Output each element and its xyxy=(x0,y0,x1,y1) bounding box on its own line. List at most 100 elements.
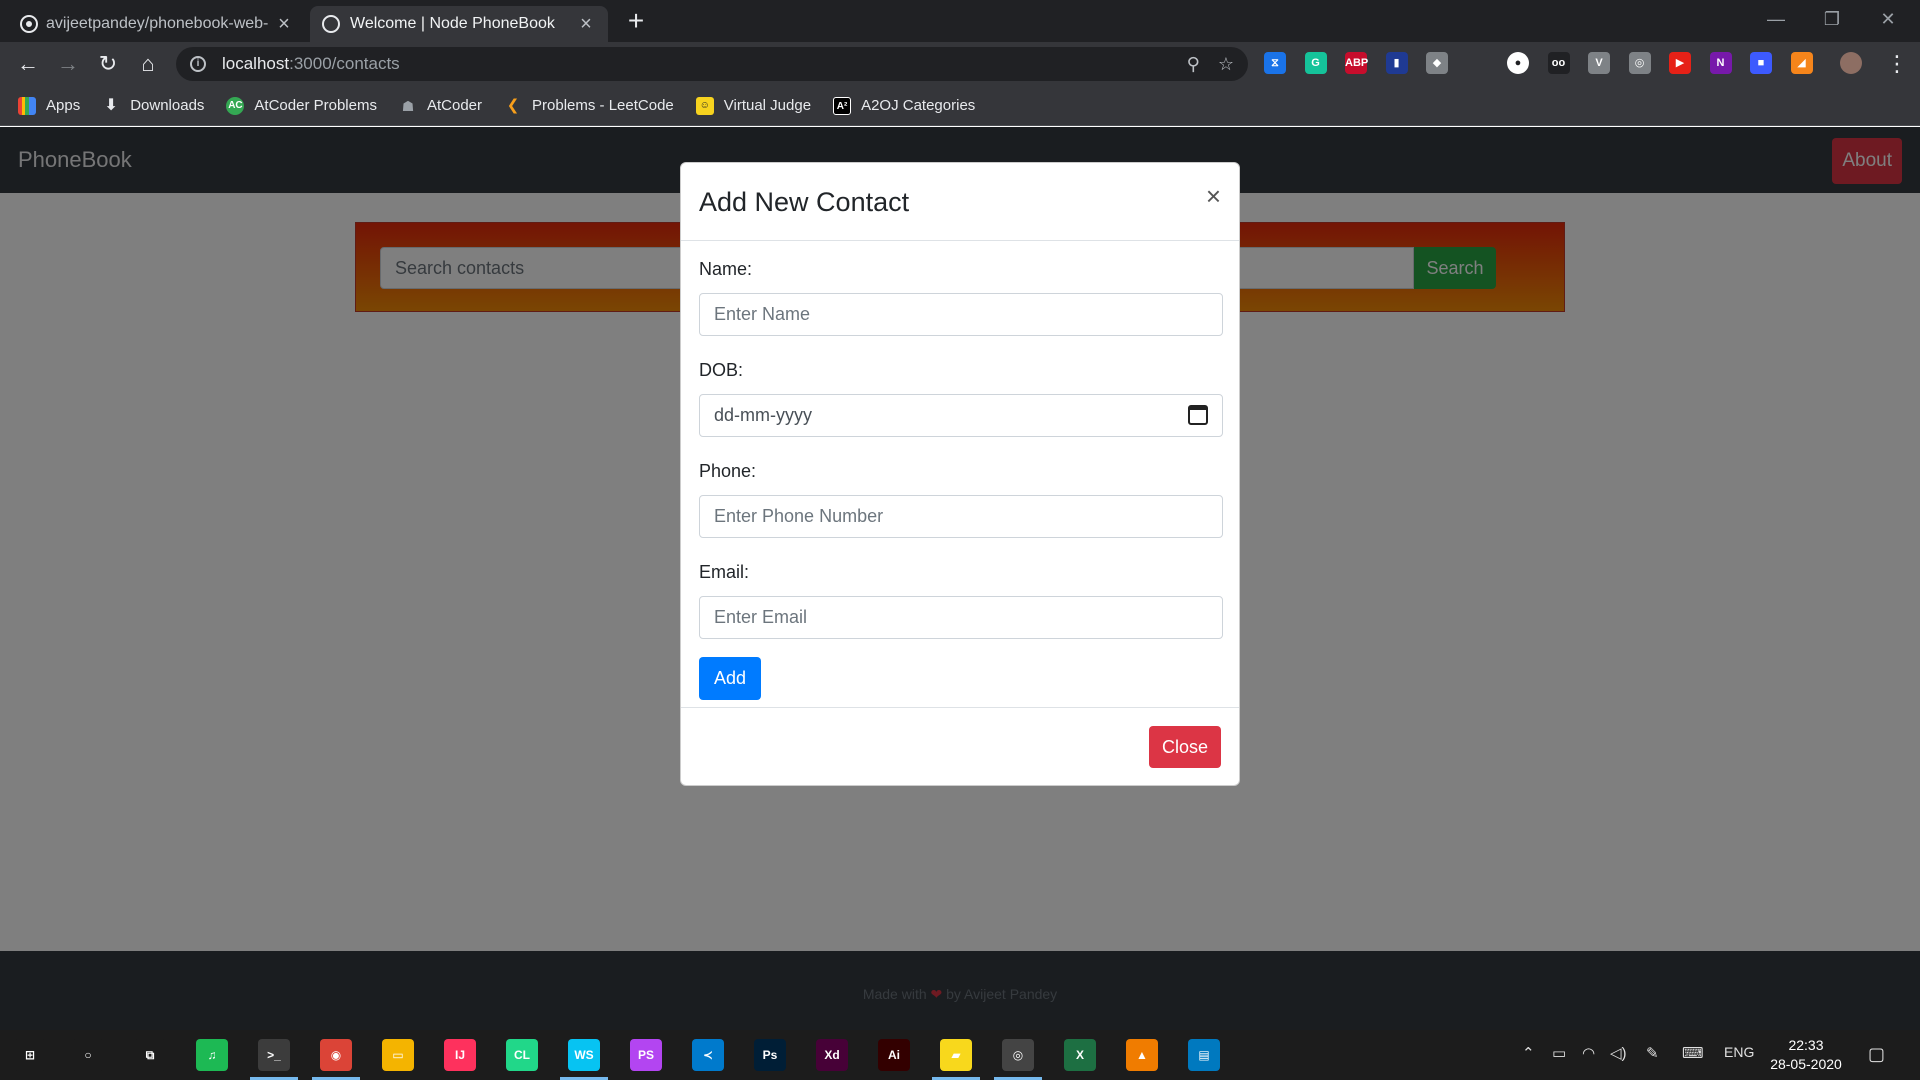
chrome-icon[interactable]: ◉ xyxy=(320,1039,352,1071)
adblock-plus-icon[interactable]: ABP xyxy=(1345,52,1368,74)
bookmark-label: Virtual Judge xyxy=(723,97,812,114)
spotify-icon[interactable]: ♫ xyxy=(196,1039,228,1071)
email-input[interactable]: Enter Email xyxy=(699,596,1223,639)
url-text[interactable]: localhost:3000/contacts xyxy=(222,54,1169,74)
photoshop-icon[interactable]: Ps xyxy=(754,1039,786,1071)
forward-arrow-icon[interactable]: → xyxy=(54,50,82,78)
bookmark-a2oj[interactable]: A² A2OJ Categories xyxy=(833,96,976,115)
bookmark-atcoder-problems[interactable]: AC AtCoder Problems xyxy=(226,96,377,115)
apps-grid-icon xyxy=(18,96,36,115)
dob-label: DOB: xyxy=(699,360,744,380)
tab-title: Welcome | Node PhoneBook xyxy=(350,15,555,32)
file-explorer-icon[interactable]: ▭ xyxy=(382,1039,414,1071)
vimium-icon[interactable]: V xyxy=(1588,52,1610,74)
window-close-icon[interactable]: ✕ xyxy=(1860,0,1916,40)
sticky-notes-icon[interactable]: ▰ xyxy=(940,1039,972,1071)
youtube-ext-icon[interactable]: ▶ xyxy=(1669,52,1691,74)
a2oj-icon: A² xyxy=(833,96,852,115)
modal-close-icon[interactable]: × xyxy=(1206,183,1221,209)
wifi-icon[interactable]: ◠ xyxy=(1582,1044,1595,1062)
grammarly-icon[interactable]: G xyxy=(1304,52,1327,74)
name-label: Name: xyxy=(699,259,753,279)
restore-icon[interactable]: ❐ xyxy=(1804,0,1860,40)
clockify-icon[interactable]: ⧖ xyxy=(1264,52,1286,74)
cortana-search-icon[interactable]: ○ xyxy=(72,1039,104,1071)
battery-icon[interactable]: ▭ xyxy=(1552,1044,1566,1062)
google-ext-icon[interactable]: ● xyxy=(1507,52,1529,74)
illustrator-icon[interactable]: Ai xyxy=(878,1039,910,1071)
language-indicator[interactable]: ENG xyxy=(1724,1044,1754,1060)
email-label: Email: xyxy=(699,562,750,582)
keyboard-icon[interactable]: ⌨ xyxy=(1682,1044,1704,1062)
media-icon[interactable]: ◎ xyxy=(1002,1039,1034,1071)
back-arrow-icon[interactable]: ← xyxy=(14,50,42,78)
bookmark-downloads[interactable]: ⬇ Downloads xyxy=(102,97,205,115)
atcoder-problems-icon: AC xyxy=(226,96,245,115)
browser-toolbar: ← → ↻ ⌂ i localhost:3000/contacts ⚲ ☆ ⧖ G… xyxy=(0,42,1920,86)
chrome-menu-icon[interactable]: ⋮ xyxy=(1886,50,1908,78)
atcoder-icon: ☗ xyxy=(401,97,415,114)
close-button[interactable]: Close xyxy=(1149,726,1221,768)
webstorm-icon[interactable]: WS xyxy=(568,1039,600,1071)
tab-manager-icon[interactable]: oo xyxy=(1547,52,1570,74)
adobe-xd-icon[interactable]: Xd xyxy=(816,1039,848,1071)
close-tab-icon[interactable]: × xyxy=(274,13,294,36)
bookmark-label: Apps xyxy=(46,97,81,114)
name-input[interactable]: Enter Name xyxy=(699,293,1223,336)
close-tab-icon[interactable]: × xyxy=(576,13,596,36)
blank-ext-icon[interactable] xyxy=(1466,52,1489,74)
action-center-icon[interactable]: ▢ xyxy=(1868,1044,1885,1065)
vjudge-icon: ☺ xyxy=(695,96,714,115)
minimize-icon[interactable]: — xyxy=(1748,0,1804,40)
clock[interactable]: 22:33 28-05-2020 xyxy=(1768,1036,1844,1074)
new-tab-button[interactable]: + xyxy=(624,6,648,36)
zoom-search-icon[interactable]: ⚲ xyxy=(1187,54,1200,75)
vlc-icon[interactable]: ▲ xyxy=(1126,1039,1158,1071)
phpstorm-icon[interactable]: PS xyxy=(630,1039,662,1071)
task-view-icon[interactable]: ⧉ xyxy=(134,1039,166,1071)
trello-icon[interactable]: ▤ xyxy=(1188,1039,1220,1071)
onenote-ext-icon[interactable]: N xyxy=(1709,52,1732,74)
globe-icon xyxy=(322,15,340,33)
phone-input[interactable]: Enter Phone Number xyxy=(699,495,1223,538)
site-info-icon[interactable]: i xyxy=(190,56,206,72)
reload-icon[interactable]: ↻ xyxy=(94,50,122,78)
bookmark-label: AtCoder xyxy=(426,97,483,114)
profile-avatar[interactable] xyxy=(1840,52,1862,74)
bookmark-apps[interactable]: Apps xyxy=(18,96,81,115)
show-hidden-icons-icon[interactable]: ⌃ xyxy=(1522,1044,1535,1062)
modal-title: Add New Contact xyxy=(699,187,910,217)
wappalyzer-icon[interactable]: ◎ xyxy=(1628,52,1651,74)
bookmark-label: Problems - LeetCode xyxy=(532,97,674,114)
bookmark-leetcode[interactable]: ❮ Problems - LeetCode xyxy=(504,97,674,115)
tab-node-phonebook[interactable]: Welcome | Node PhoneBook × xyxy=(310,6,608,42)
metamask-icon[interactable]: ◢ xyxy=(1790,52,1813,74)
intellij-icon[interactable]: IJ xyxy=(444,1039,476,1071)
windows-start-icon[interactable]: ⊞ xyxy=(14,1039,46,1071)
bookmark-virtual-judge[interactable]: ☺ Virtual Judge xyxy=(695,96,812,115)
bookmark-label: Downloads xyxy=(130,97,205,114)
leetcode-icon: ❮ xyxy=(506,96,520,114)
excel-icon[interactable]: X xyxy=(1064,1039,1096,1071)
bookmark-label: AtCoder Problems xyxy=(254,97,377,114)
home-icon[interactable]: ⌂ xyxy=(134,50,162,78)
dob-value: dd-mm-yyyy xyxy=(714,405,812,425)
address-bar[interactable]: i localhost:3000/contacts ⚲ ☆ xyxy=(176,47,1248,81)
bookmark-label: A2OJ Categories xyxy=(861,97,976,114)
clock-time: 22:33 xyxy=(1788,1037,1824,1053)
volume-icon[interactable]: ◁) xyxy=(1610,1044,1627,1062)
trello-ext-icon[interactable]: ▮ xyxy=(1385,52,1408,74)
calendar-icon[interactable] xyxy=(1188,405,1208,425)
rekog-ext-icon[interactable]: ■ xyxy=(1750,52,1772,74)
clion-icon[interactable]: CL xyxy=(506,1039,538,1071)
add-button[interactable]: Add xyxy=(699,657,761,700)
tab-github-repo[interactable]: avijeetpandey/phonebook-web- × xyxy=(10,6,306,42)
dark-reader-icon[interactable]: ◆ xyxy=(1426,52,1448,74)
dob-input[interactable]: dd-mm-yyyy xyxy=(699,394,1223,437)
bookmark-star-icon[interactable]: ☆ xyxy=(1218,54,1234,75)
modal-header: Add New Contact × xyxy=(681,163,1239,241)
pen-icon[interactable]: ✎ xyxy=(1646,1044,1659,1062)
bookmark-atcoder[interactable]: ☗ AtCoder xyxy=(399,97,482,115)
terminal-icon[interactable]: >_ xyxy=(258,1039,290,1071)
vscode-icon[interactable]: ≺ xyxy=(692,1039,724,1071)
